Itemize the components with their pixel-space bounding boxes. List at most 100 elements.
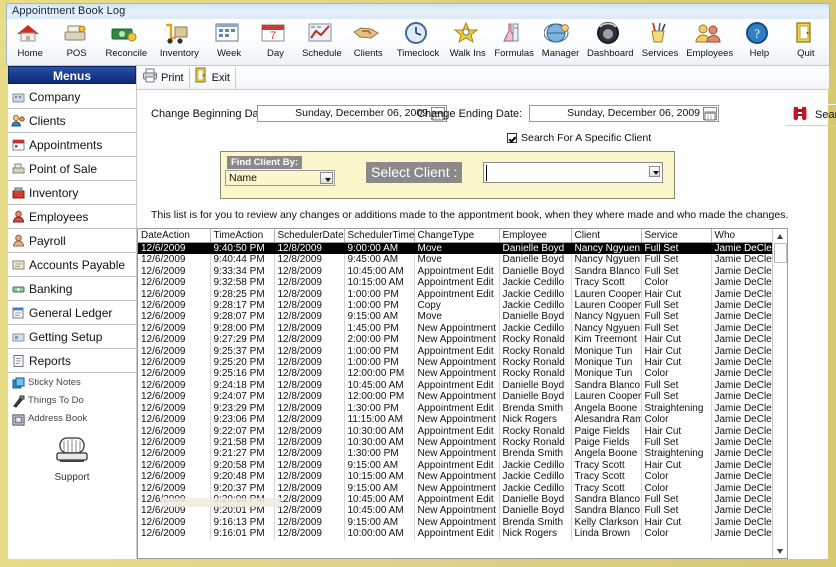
table-row[interactable]: 12/6/2009 9:27:29 PM 12/8/2009 2:00:00 PM Ne… (138, 334, 784, 346)
toolbar-button-schedule[interactable]: Schedule (299, 19, 345, 65)
search-specific-client-checkbox[interactable] (507, 133, 517, 143)
table-row[interactable]: 12/6/2009 9:40:50 PM 12/8/2009 9:00:00 AM Mo… (138, 242, 784, 255)
table-row[interactable]: 12/6/2009 9:20:48 PM 12/8/2009 10:15:00 AM N… (138, 471, 784, 483)
sidebar-item-reports[interactable]: Reports (8, 349, 136, 373)
cell-employee: Jackie Cedillo (499, 277, 572, 289)
cell-client: Tracy Scott (571, 459, 642, 472)
toolbar-button-manager[interactable]: Manager (537, 19, 583, 65)
toolbar-button-services[interactable]: Services (637, 19, 683, 65)
sidebar-item-point-of-sale[interactable]: Point of Sale (8, 157, 136, 181)
toolbar-button-formulas[interactable]: Formulas (491, 19, 537, 65)
toolbar-button-help[interactable]: ? Help (736, 19, 782, 65)
grid-vertical-scrollbar[interactable] (772, 229, 787, 558)
cell-timeaction: 9:20:01 PM (210, 505, 275, 517)
toolbar-button-pos[interactable]: POS (53, 19, 99, 65)
search-button[interactable]: Search (785, 104, 836, 126)
search-specific-client-row[interactable]: Search For A Specific Client (507, 132, 651, 144)
cell-timeaction: 9:28:25 PM (210, 288, 275, 301)
table-row[interactable]: 12/6/2009 9:25:16 PM 12/8/2009 12:00:00 PM N… (138, 368, 784, 380)
table-body[interactable]: 12/6/2009 9:40:50 PM 12/8/2009 9:00:00 AM Mo… (138, 242, 784, 540)
cell-timeaction: 9:21:27 PM (210, 448, 275, 460)
table-row[interactable]: 12/6/2009 9:28:25 PM 12/8/2009 1:00:00 PM Ap… (138, 288, 784, 301)
column-header-client[interactable]: Client (571, 229, 642, 243)
table-row[interactable]: 12/6/2009 9:40:44 PM 12/8/2009 9:45:00 AM Mo… (138, 254, 784, 266)
question-circle-icon: ? (742, 20, 776, 48)
cell-client: Alesandra Ramos (571, 414, 642, 426)
scrollbar-thumb[interactable] (774, 243, 787, 263)
toolbar-button-day[interactable]: 7 Day (252, 19, 298, 65)
exit-button[interactable]: Exit (190, 66, 236, 89)
sidebar-item-appointments[interactable]: Appointments (8, 133, 136, 157)
table-row[interactable]: 12/6/2009 9:16:13 PM 12/8/2009 9:15:00 AM Ne… (138, 516, 784, 529)
table-row[interactable]: 12/6/2009 9:25:37 PM 12/8/2009 1:00:00 PM Ap… (138, 345, 784, 358)
table-row[interactable]: 12/6/2009 9:21:27 PM 12/8/2009 1:30:00 PM Ne… (138, 448, 784, 460)
toolbar-button-timeclock[interactable]: Timeclock (392, 19, 445, 65)
cell-employee: Rocky Ronald (499, 425, 572, 437)
toolbar-button-home[interactable]: Home (7, 19, 53, 65)
support-block[interactable]: Support (8, 435, 136, 483)
chevron-down-icon[interactable] (320, 172, 333, 184)
toolbar-button-reconcile[interactable]: Reconcile (100, 19, 153, 65)
table-row[interactable]: 12/6/2009 9:23:06 PM 12/8/2009 11:15:00 AM N… (138, 414, 784, 426)
cell-service: Full Set (641, 379, 712, 392)
sidebar-item-getting-setup[interactable]: Getting Setup (8, 325, 136, 349)
print-button[interactable]: Print (137, 66, 190, 89)
end-date-field[interactable]: Sunday, December 06, 2009 (529, 105, 719, 122)
toolbar-button-employees[interactable]: Employees (683, 19, 736, 65)
change-log-grid[interactable]: DateAction TimeAction SchedulerDate Schedul… (137, 228, 788, 559)
sidebar-item-employees[interactable]: Employees (8, 205, 136, 229)
find-client-by-select[interactable]: Name (225, 170, 335, 186)
sidebar-item-clients[interactable]: Clients (8, 109, 136, 133)
sidebar-shortcut-sticky-notes[interactable]: Sticky Notes (8, 373, 136, 391)
toolbar-button-clients[interactable]: Clients (345, 19, 391, 65)
table-row[interactable]: 12/6/2009 9:20:58 PM 12/8/2009 9:15:00 AM Ap… (138, 459, 784, 472)
cell-dateaction: 12/6/2009 (138, 459, 211, 472)
column-header-dateaction[interactable]: DateAction (138, 229, 211, 243)
column-header-schedulerdate[interactable]: SchedulerDate (274, 229, 345, 243)
scroll-down-icon[interactable] (774, 545, 787, 557)
table-row[interactable]: 12/6/2009 9:20:01 PM 12/8/2009 10:45:00 AM N… (138, 505, 784, 517)
table-row[interactable]: 12/6/2009 9:16:01 PM 12/8/2009 10:00:00 AM A… (138, 528, 784, 540)
column-header-service[interactable]: Service (641, 229, 712, 243)
table-row[interactable]: 12/6/2009 9:24:07 PM 12/8/2009 12:00:00 PM N… (138, 391, 784, 403)
column-header-schedulertime[interactable]: SchedulerTime (344, 229, 415, 243)
sidebar-item-general-ledger[interactable]: General Ledger (8, 301, 136, 325)
toolbar-button-dashboard[interactable]: Dashboard (584, 19, 637, 65)
sidebar-item-label: Employees (29, 209, 89, 224)
cell-employee: Danielle Boyd (499, 505, 572, 517)
toolbar-button-label: Clients (353, 48, 383, 59)
column-header-changetype[interactable]: ChangeType (414, 229, 500, 243)
sidebar-shortcut-address-book[interactable]: Address Book (8, 409, 136, 427)
column-header-employee[interactable]: Employee (499, 229, 572, 243)
table-row[interactable]: 12/6/2009 9:24:18 PM 12/8/2009 10:45:00 AM A… (138, 379, 784, 392)
chevron-down-icon[interactable] (649, 166, 660, 177)
column-header-timeaction[interactable]: TimeAction (210, 229, 275, 243)
cell-employee: Brenda Smith (499, 516, 572, 529)
table-row[interactable]: 12/6/2009 9:22:07 PM 12/8/2009 10:30:00 AM A… (138, 425, 784, 437)
table-header-row[interactable]: DateAction TimeAction SchedulerDate Schedul… (138, 229, 784, 243)
select-client-combobox[interactable] (483, 162, 663, 183)
sidebar-item-inventory[interactable]: Inventory (8, 181, 136, 205)
table-row[interactable]: 12/6/2009 9:25:20 PM 12/8/2009 1:00:00 PM Ne… (138, 357, 784, 369)
table-row[interactable]: 12/6/2009 9:33:34 PM 12/8/2009 10:45:00 AM A… (138, 265, 784, 278)
table-row[interactable]: 12/6/2009 9:28:17 PM 12/8/2009 1:00:00 PM Co… (138, 300, 784, 312)
toolbar-button-inventory[interactable]: Inventory (153, 19, 206, 65)
sidebar-item-company[interactable]: Company (8, 85, 136, 109)
calendar-picker-icon[interactable] (703, 107, 717, 121)
globe-person-icon (543, 20, 578, 48)
table-row[interactable]: 12/6/2009 9:32:58 PM 12/8/2009 10:15:00 AM A… (138, 277, 784, 289)
toolbar-button-walk-ins[interactable]: Walk Ins (445, 19, 491, 65)
toolbar-button-week[interactable]: Week (206, 19, 252, 65)
table-row[interactable]: 12/6/2009 9:21:58 PM 12/8/2009 10:30:00 AM N… (138, 436, 784, 449)
scroll-up-icon[interactable] (774, 230, 787, 242)
table-row[interactable]: 12/6/2009 9:28:00 PM 12/8/2009 1:45:00 PM Ne… (138, 322, 784, 335)
toolbar-button-quit[interactable]: Quit (783, 19, 829, 65)
sidebar-item-payroll[interactable]: Payroll (8, 229, 136, 253)
table-row[interactable]: 12/6/2009 9:20:37 PM 12/8/2009 9:15:00 AM Ne… (138, 482, 784, 494)
table-row[interactable]: 12/6/2009 9:28:07 PM 12/8/2009 9:15:00 AM Mo… (138, 311, 784, 323)
sidebar-shortcut-things-to-do[interactable]: Things To Do (8, 391, 136, 409)
sidebar-item-banking[interactable]: Banking (8, 277, 136, 301)
cell-employee: Rocky Ronald (499, 334, 572, 346)
table-row[interactable]: 12/6/2009 9:23:29 PM 12/8/2009 1:30:00 PM Ap… (138, 402, 784, 415)
sidebar-item-accounts-payable[interactable]: Accounts Payable (8, 253, 136, 277)
